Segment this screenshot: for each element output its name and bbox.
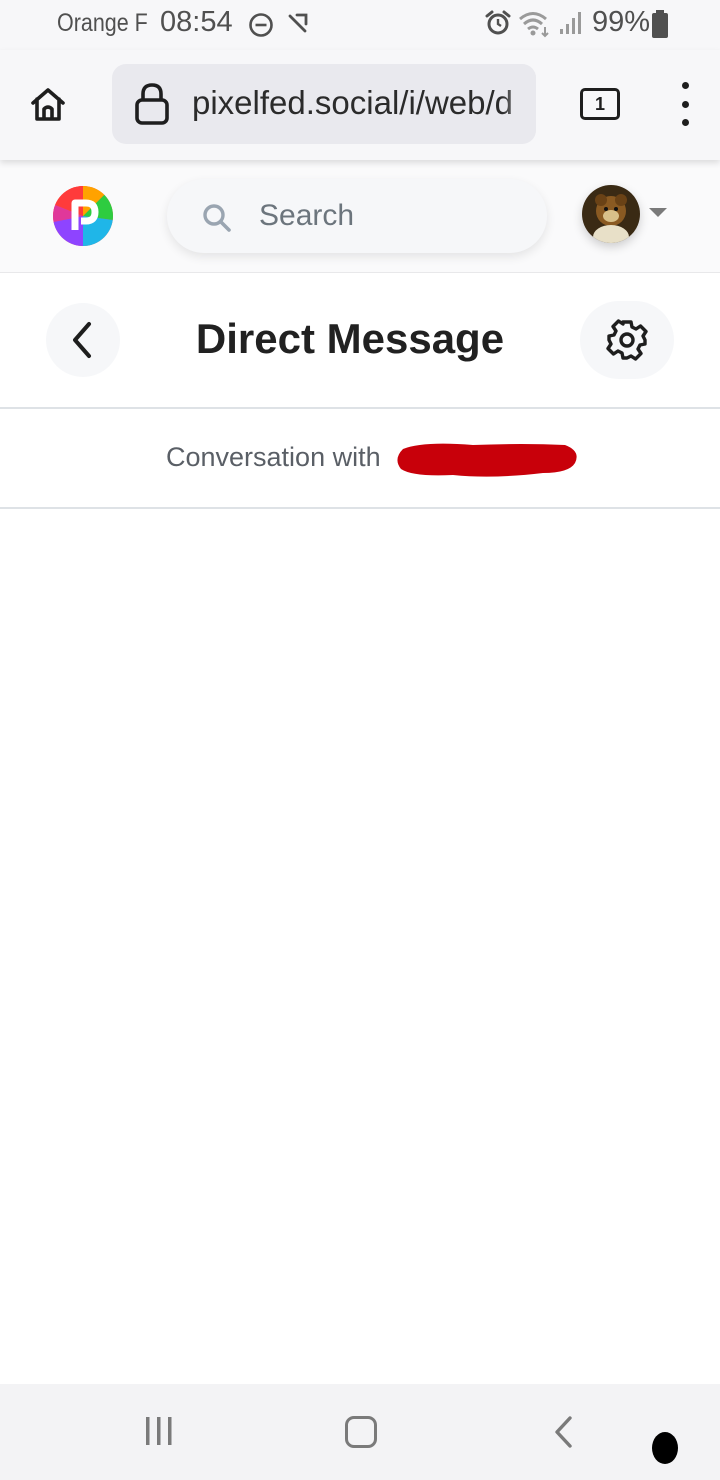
conversation-label: Conversation with — [166, 442, 381, 472]
chevron-down-icon[interactable] — [649, 208, 667, 217]
settings-button[interactable] — [580, 301, 674, 379]
back-icon[interactable] — [550, 1414, 580, 1450]
search-input[interactable] — [259, 179, 519, 253]
url-fade — [502, 64, 536, 144]
more-vertical-icon-dot — [681, 119, 689, 126]
messages-area — [0, 509, 720, 1379]
dm-header: Direct Message — [0, 273, 720, 409]
tabs-button[interactable]: 1 — [580, 88, 620, 120]
gear-icon — [606, 319, 648, 361]
browser-toolbar: pixelfed.social/i/web/d 1 — [0, 50, 720, 160]
redaction-mark — [397, 443, 577, 477]
more-vertical-icon — [681, 82, 689, 89]
system-navigation-bar — [0, 1384, 720, 1480]
recents-icon[interactable] — [140, 1414, 180, 1450]
wifi-icon — [519, 12, 549, 38]
pixelfed-logo[interactable] — [53, 186, 113, 246]
conversation-header: Conversation with — [0, 409, 720, 509]
signal-icon — [560, 12, 581, 34]
carrier-name: Orange F — [57, 9, 148, 37]
lock-icon — [135, 83, 169, 125]
browser-menu-button[interactable] — [668, 82, 702, 126]
search-bar[interactable] — [167, 179, 547, 253]
search-icon — [203, 204, 231, 232]
battery-icon — [652, 10, 668, 38]
do-not-disturb-icon — [249, 13, 273, 37]
dm-panel: Direct Message Conversation with — [0, 272, 720, 1382]
more-vertical-icon-dot — [681, 100, 689, 108]
alarm-icon — [485, 10, 511, 35]
url-text: pixelfed.social/i/web/d — [192, 84, 514, 121]
browser-home-button[interactable] — [22, 78, 74, 130]
app-navbar — [0, 160, 720, 272]
missed-call-icon — [288, 13, 308, 33]
ink-mark — [652, 1432, 678, 1464]
avatar[interactable] — [582, 185, 640, 243]
home-icon[interactable] — [345, 1416, 377, 1448]
battery-percent: 99% — [592, 6, 651, 38]
profile-photo — [582, 185, 640, 243]
home-icon — [31, 88, 65, 121]
tab-count: 1 — [594, 93, 605, 114]
address-bar[interactable]: pixelfed.social/i/web/d — [112, 64, 536, 144]
clock: 08:54 — [160, 6, 233, 38]
status-bar: Orange F 08:54 99% — [0, 0, 720, 50]
